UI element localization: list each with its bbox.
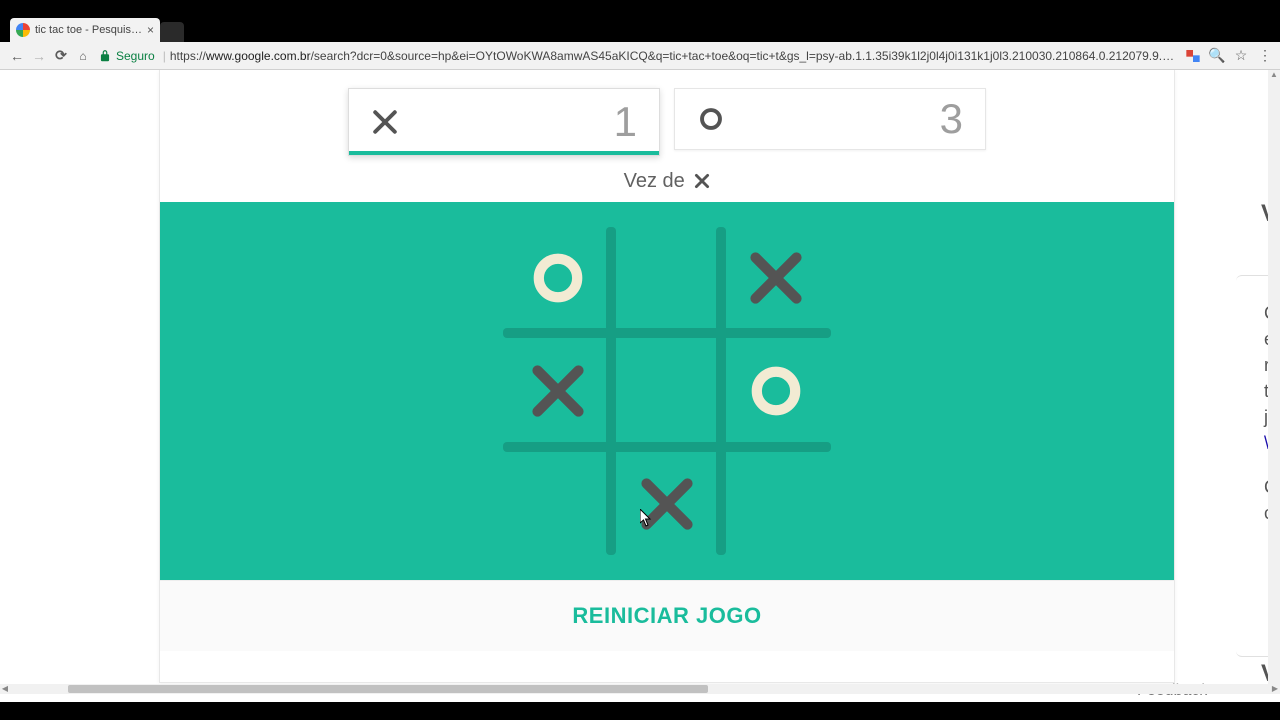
- restart-row: REINICIAR JOGO: [160, 580, 1174, 651]
- cell-0-1[interactable]: [612, 221, 721, 334]
- cell-1-0[interactable]: [503, 334, 612, 447]
- score-x-value: 1: [614, 98, 637, 146]
- window-bottom-bar: [0, 702, 1280, 720]
- bookmark-star-icon[interactable]: ☆: [1232, 47, 1250, 65]
- cell-1-2[interactable]: [722, 334, 831, 447]
- o-mark-icon: [697, 105, 725, 133]
- browser-toolbar: ← → ⟳ ⌂ Seguro | https://www.google.com.…: [0, 42, 1280, 70]
- page-viewport: V Certj\ Cc V 1 3 Vez de: [0, 70, 1280, 702]
- menu-kebab-icon[interactable]: ⋮: [1256, 47, 1274, 65]
- divider: |: [163, 49, 166, 63]
- browser-tab-inactive[interactable]: [160, 22, 184, 42]
- turn-label: Vez de: [624, 170, 685, 192]
- lock-icon: [98, 49, 112, 63]
- address-bar[interactable]: https://www.google.com.br/search?dcr=0&s…: [170, 49, 1178, 63]
- cell-2-1[interactable]: [612, 448, 721, 561]
- browser-tab-active[interactable]: tic tac toe - Pesquisa Go ×: [10, 18, 160, 42]
- reload-button[interactable]: ⟳: [50, 45, 72, 67]
- vertical-scrollbar[interactable]: ▲ ▼: [1268, 70, 1280, 692]
- url-path: /search?dcr=0&source=hp&ei=OYtOWoKWA8amw…: [311, 49, 1178, 63]
- score-o-value: 3: [940, 95, 963, 143]
- tic-tac-toe-card: 1 3 Vez de: [159, 70, 1175, 683]
- score-box-o[interactable]: 3: [674, 88, 986, 150]
- scroll-up-icon[interactable]: ▲: [1268, 70, 1280, 80]
- turn-mark-icon: [694, 173, 710, 189]
- window-top-bar: ▴: [0, 0, 1280, 18]
- score-box-x[interactable]: 1: [348, 88, 660, 156]
- forward-button[interactable]: →: [28, 45, 50, 67]
- x-mark-icon: [371, 108, 399, 136]
- game-grid: [503, 221, 831, 561]
- secure-label: Seguro: [116, 49, 155, 63]
- url-domain: www.google.com.br: [206, 49, 311, 63]
- cell-1-1[interactable]: [612, 334, 721, 447]
- url-scheme: https://: [170, 49, 206, 63]
- scroll-right-icon[interactable]: ▶: [1270, 684, 1280, 694]
- tab-close-icon[interactable]: ×: [147, 24, 154, 36]
- home-button[interactable]: ⌂: [72, 45, 94, 67]
- browser-tab-strip: tic tac toe - Pesquisa Go ×: [0, 18, 1280, 42]
- tab-title: tic tac toe - Pesquisa Go: [35, 24, 147, 36]
- scrollbar-thumb[interactable]: [68, 685, 708, 693]
- horizontal-scrollbar[interactable]: ◀ ▶: [0, 684, 1280, 694]
- zoom-icon[interactable]: 🔍: [1208, 47, 1226, 65]
- translate-icon[interactable]: [1184, 47, 1202, 65]
- google-favicon-icon: [16, 23, 30, 37]
- turn-indicator: Vez de: [160, 170, 1174, 202]
- cell-0-2[interactable]: [722, 221, 831, 334]
- scroll-left-icon[interactable]: ◀: [0, 684, 10, 694]
- cell-2-2[interactable]: [722, 448, 831, 561]
- back-button[interactable]: ←: [6, 45, 28, 67]
- game-board-area: [160, 202, 1174, 580]
- restart-button[interactable]: REINICIAR JOGO: [572, 603, 761, 629]
- cell-2-0[interactable]: [503, 448, 612, 561]
- score-row: 1 3: [160, 70, 1174, 170]
- cell-0-0[interactable]: [503, 221, 612, 334]
